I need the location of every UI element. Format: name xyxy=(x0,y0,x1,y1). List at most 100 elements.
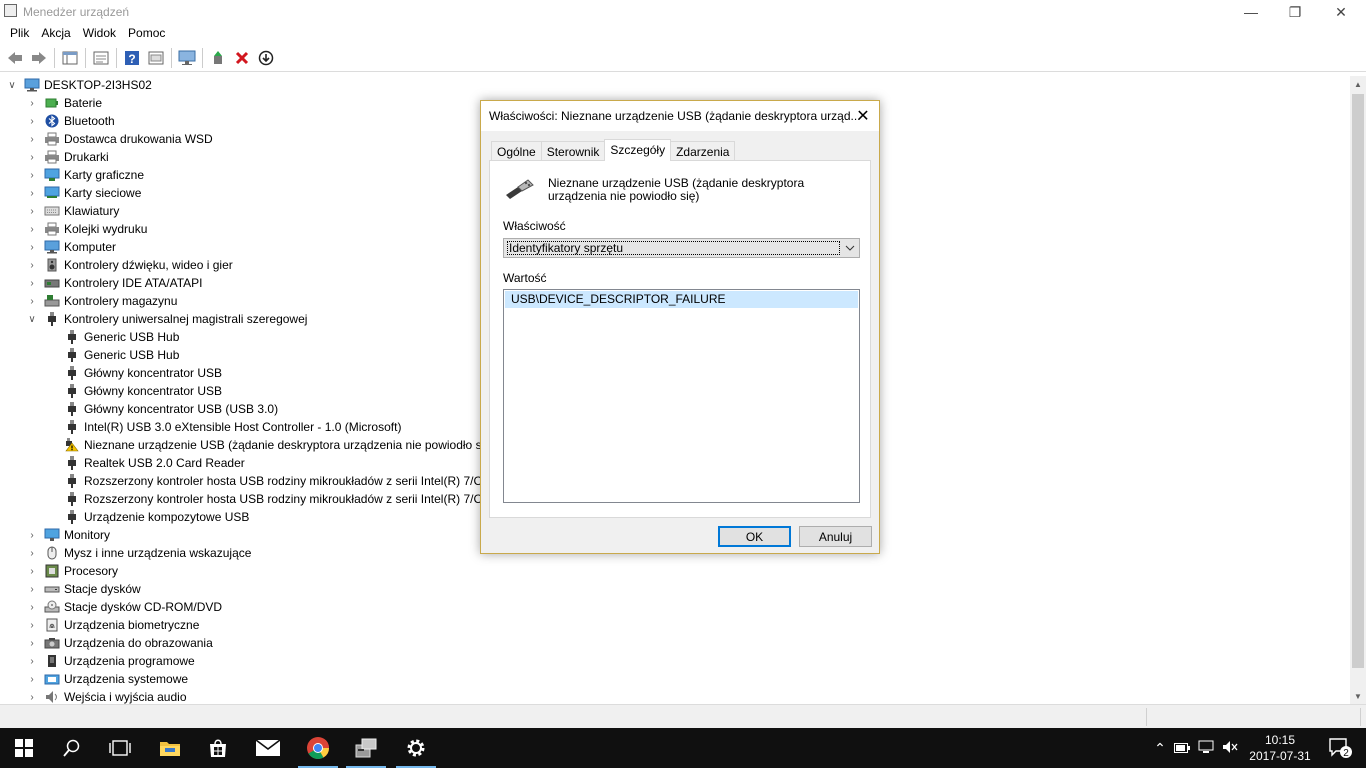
settings-gear-icon[interactable] xyxy=(392,728,440,768)
chevron-down-icon[interactable] xyxy=(841,239,859,257)
store-icon[interactable] xyxy=(194,728,242,768)
chevron-right-icon[interactable]: › xyxy=(26,673,38,685)
chevron-right-icon[interactable]: › xyxy=(26,241,38,253)
tree-category[interactable]: › Karty graficzne xyxy=(26,166,144,184)
back-icon[interactable] xyxy=(4,47,26,69)
battery-tray-icon[interactable] xyxy=(1170,740,1194,756)
tree-device[interactable]: Główny koncentrator USB (USB 3.0) xyxy=(64,400,278,418)
chevron-up-icon[interactable]: ⌃ xyxy=(1150,740,1170,757)
tree-device[interactable]: Urządzenie kompozytowe USB xyxy=(64,508,249,526)
tree-device[interactable]: Intel(R) USB 3.0 eXtensible Host Control… xyxy=(64,418,401,436)
tree-category[interactable]: › Stacje dysków CD-ROM/DVD xyxy=(26,598,222,616)
scroll-thumb[interactable] xyxy=(1352,94,1364,668)
tree-category[interactable]: › Kontrolery magazynu xyxy=(26,292,177,310)
chrome-icon[interactable] xyxy=(294,728,342,768)
tree-category[interactable]: › Procesory xyxy=(26,562,118,580)
clock[interactable]: 10:15 2017-07-31 xyxy=(1248,732,1312,764)
network-tray-icon[interactable] xyxy=(1194,740,1218,757)
tree-device[interactable]: Nieznane urządzenie USB (żądanie deskryp… xyxy=(64,436,495,454)
tree-category[interactable]: › Monitory xyxy=(26,526,110,544)
chevron-right-icon[interactable]: › xyxy=(26,655,38,667)
tree-category[interactable]: › Komputer xyxy=(26,238,116,256)
tree-category[interactable]: › Drukarki xyxy=(26,148,108,166)
tree-category[interactable]: ∨ Kontrolery uniwersalnej magistrali szer… xyxy=(26,310,307,328)
tree-device[interactable]: Realtek USB 2.0 Card Reader xyxy=(64,454,245,472)
chevron-right-icon[interactable]: › xyxy=(26,619,38,631)
chevron-right-icon[interactable]: › xyxy=(26,115,38,127)
chevron-right-icon[interactable]: › xyxy=(26,583,38,595)
task-view-icon[interactable] xyxy=(96,728,144,768)
value-list[interactable]: USB\DEVICE_DESCRIPTOR_FAILURE xyxy=(503,289,860,503)
minimize-button[interactable]: — xyxy=(1228,0,1274,24)
list-item[interactable]: USB\DEVICE_DESCRIPTOR_FAILURE xyxy=(505,291,858,308)
chevron-right-icon[interactable]: › xyxy=(26,547,38,559)
scan-monitor-icon[interactable] xyxy=(176,47,198,69)
chevron-right-icon[interactable]: › xyxy=(26,259,38,271)
tab-sterownik[interactable]: Sterownik xyxy=(540,141,606,161)
chevron-down-icon[interactable]: ∨ xyxy=(6,79,18,91)
chevron-right-icon[interactable]: › xyxy=(26,151,38,163)
volume-muted-icon[interactable] xyxy=(1218,740,1242,757)
properties-view-icon[interactable] xyxy=(59,47,81,69)
tree-category[interactable]: › Stacje dysków xyxy=(26,580,140,598)
show-hidden-icon[interactable] xyxy=(145,47,167,69)
dialog-close-icon[interactable]: ✕ xyxy=(847,101,879,131)
tree-category[interactable]: › Bluetooth xyxy=(26,112,114,130)
tree-device[interactable]: Rozszerzony kontroler hosta USB rodziny … xyxy=(64,472,496,490)
console-icon[interactable] xyxy=(90,47,112,69)
tree-category[interactable]: › Urządzenia do obrazowania xyxy=(26,634,212,652)
tree-category[interactable]: › Kontrolery IDE ATA/ATAPI xyxy=(26,274,202,292)
tree-category[interactable]: › Karty sieciowe xyxy=(26,184,141,202)
chevron-right-icon[interactable]: › xyxy=(26,565,38,577)
tab-szczegoly[interactable]: Szczegóły xyxy=(604,139,672,161)
chevron-right-icon[interactable]: › xyxy=(26,691,38,703)
update-driver-icon[interactable] xyxy=(207,47,229,69)
chevron-right-icon[interactable]: › xyxy=(26,205,38,217)
tree-device[interactable]: Generic USB Hub xyxy=(64,328,179,346)
chevron-right-icon[interactable]: › xyxy=(26,169,38,181)
property-dropdown[interactable]: Identyfikatory sprzętu xyxy=(503,238,860,258)
chevron-right-icon[interactable]: › xyxy=(26,277,38,289)
ok-button[interactable]: OK xyxy=(718,526,791,547)
tree-category[interactable]: › Mysz i inne urządzenia wskazujące xyxy=(26,544,251,562)
chevron-right-icon[interactable]: › xyxy=(26,133,38,145)
chevron-right-icon[interactable]: › xyxy=(26,295,38,307)
tree-category[interactable]: › Urządzenia systemowe xyxy=(26,670,188,688)
chevron-right-icon[interactable]: › xyxy=(26,97,38,109)
device-manager-taskbar-icon[interactable] xyxy=(342,728,390,768)
tab-zdarzenia[interactable]: Zdarzenia xyxy=(670,141,736,161)
menu-widok[interactable]: Widok xyxy=(77,24,122,44)
tab-ogolne[interactable]: Ogólne xyxy=(491,141,542,161)
tree-device[interactable]: Generic USB Hub xyxy=(64,346,179,364)
start-button[interactable] xyxy=(0,728,48,768)
tree-category[interactable]: › Urządzenia programowe xyxy=(26,652,194,670)
menu-plik[interactable]: Plik xyxy=(4,24,35,44)
chevron-right-icon[interactable]: › xyxy=(26,529,38,541)
cancel-button[interactable]: Anuluj xyxy=(799,526,872,547)
chevron-right-icon[interactable]: › xyxy=(26,187,38,199)
chevron-right-icon[interactable]: › xyxy=(26,601,38,613)
help-icon[interactable]: ? xyxy=(121,47,143,69)
tree-category[interactable]: › Wejścia i wyjścia audio xyxy=(26,688,186,704)
tree-root-node[interactable]: ∨ DESKTOP-2I3HS02 xyxy=(6,76,152,94)
restore-button[interactable]: ❐ xyxy=(1272,0,1318,24)
chevron-right-icon[interactable]: › xyxy=(26,223,38,235)
disable-device-icon[interactable] xyxy=(255,47,277,69)
forward-icon[interactable] xyxy=(28,47,50,69)
scroll-down-icon[interactable]: ▼ xyxy=(1350,688,1366,704)
tree-vertical-scrollbar[interactable]: ▲ ▼ xyxy=(1350,76,1366,704)
tree-category[interactable]: › Dostawca drukowania WSD xyxy=(26,130,212,148)
tree-category[interactable]: › Klawiatury xyxy=(26,202,119,220)
tree-category[interactable]: › Kolejki wydruku xyxy=(26,220,147,238)
tree-device[interactable]: Główny koncentrator USB xyxy=(64,364,222,382)
scroll-up-icon[interactable]: ▲ xyxy=(1350,76,1366,92)
chevron-right-icon[interactable]: › xyxy=(26,637,38,649)
tree-category[interactable]: › Kontrolery dźwięku, wideo i gier xyxy=(26,256,232,274)
tree-device[interactable]: Główny koncentrator USB xyxy=(64,382,222,400)
action-center-icon[interactable]: 2 xyxy=(1320,728,1360,768)
tree-category[interactable]: › Baterie xyxy=(26,94,102,112)
menu-akcja[interactable]: Akcja xyxy=(35,24,76,44)
search-icon[interactable] xyxy=(48,728,96,768)
tree-device[interactable]: Rozszerzony kontroler hosta USB rodziny … xyxy=(64,490,496,508)
file-explorer-icon[interactable] xyxy=(146,728,194,768)
